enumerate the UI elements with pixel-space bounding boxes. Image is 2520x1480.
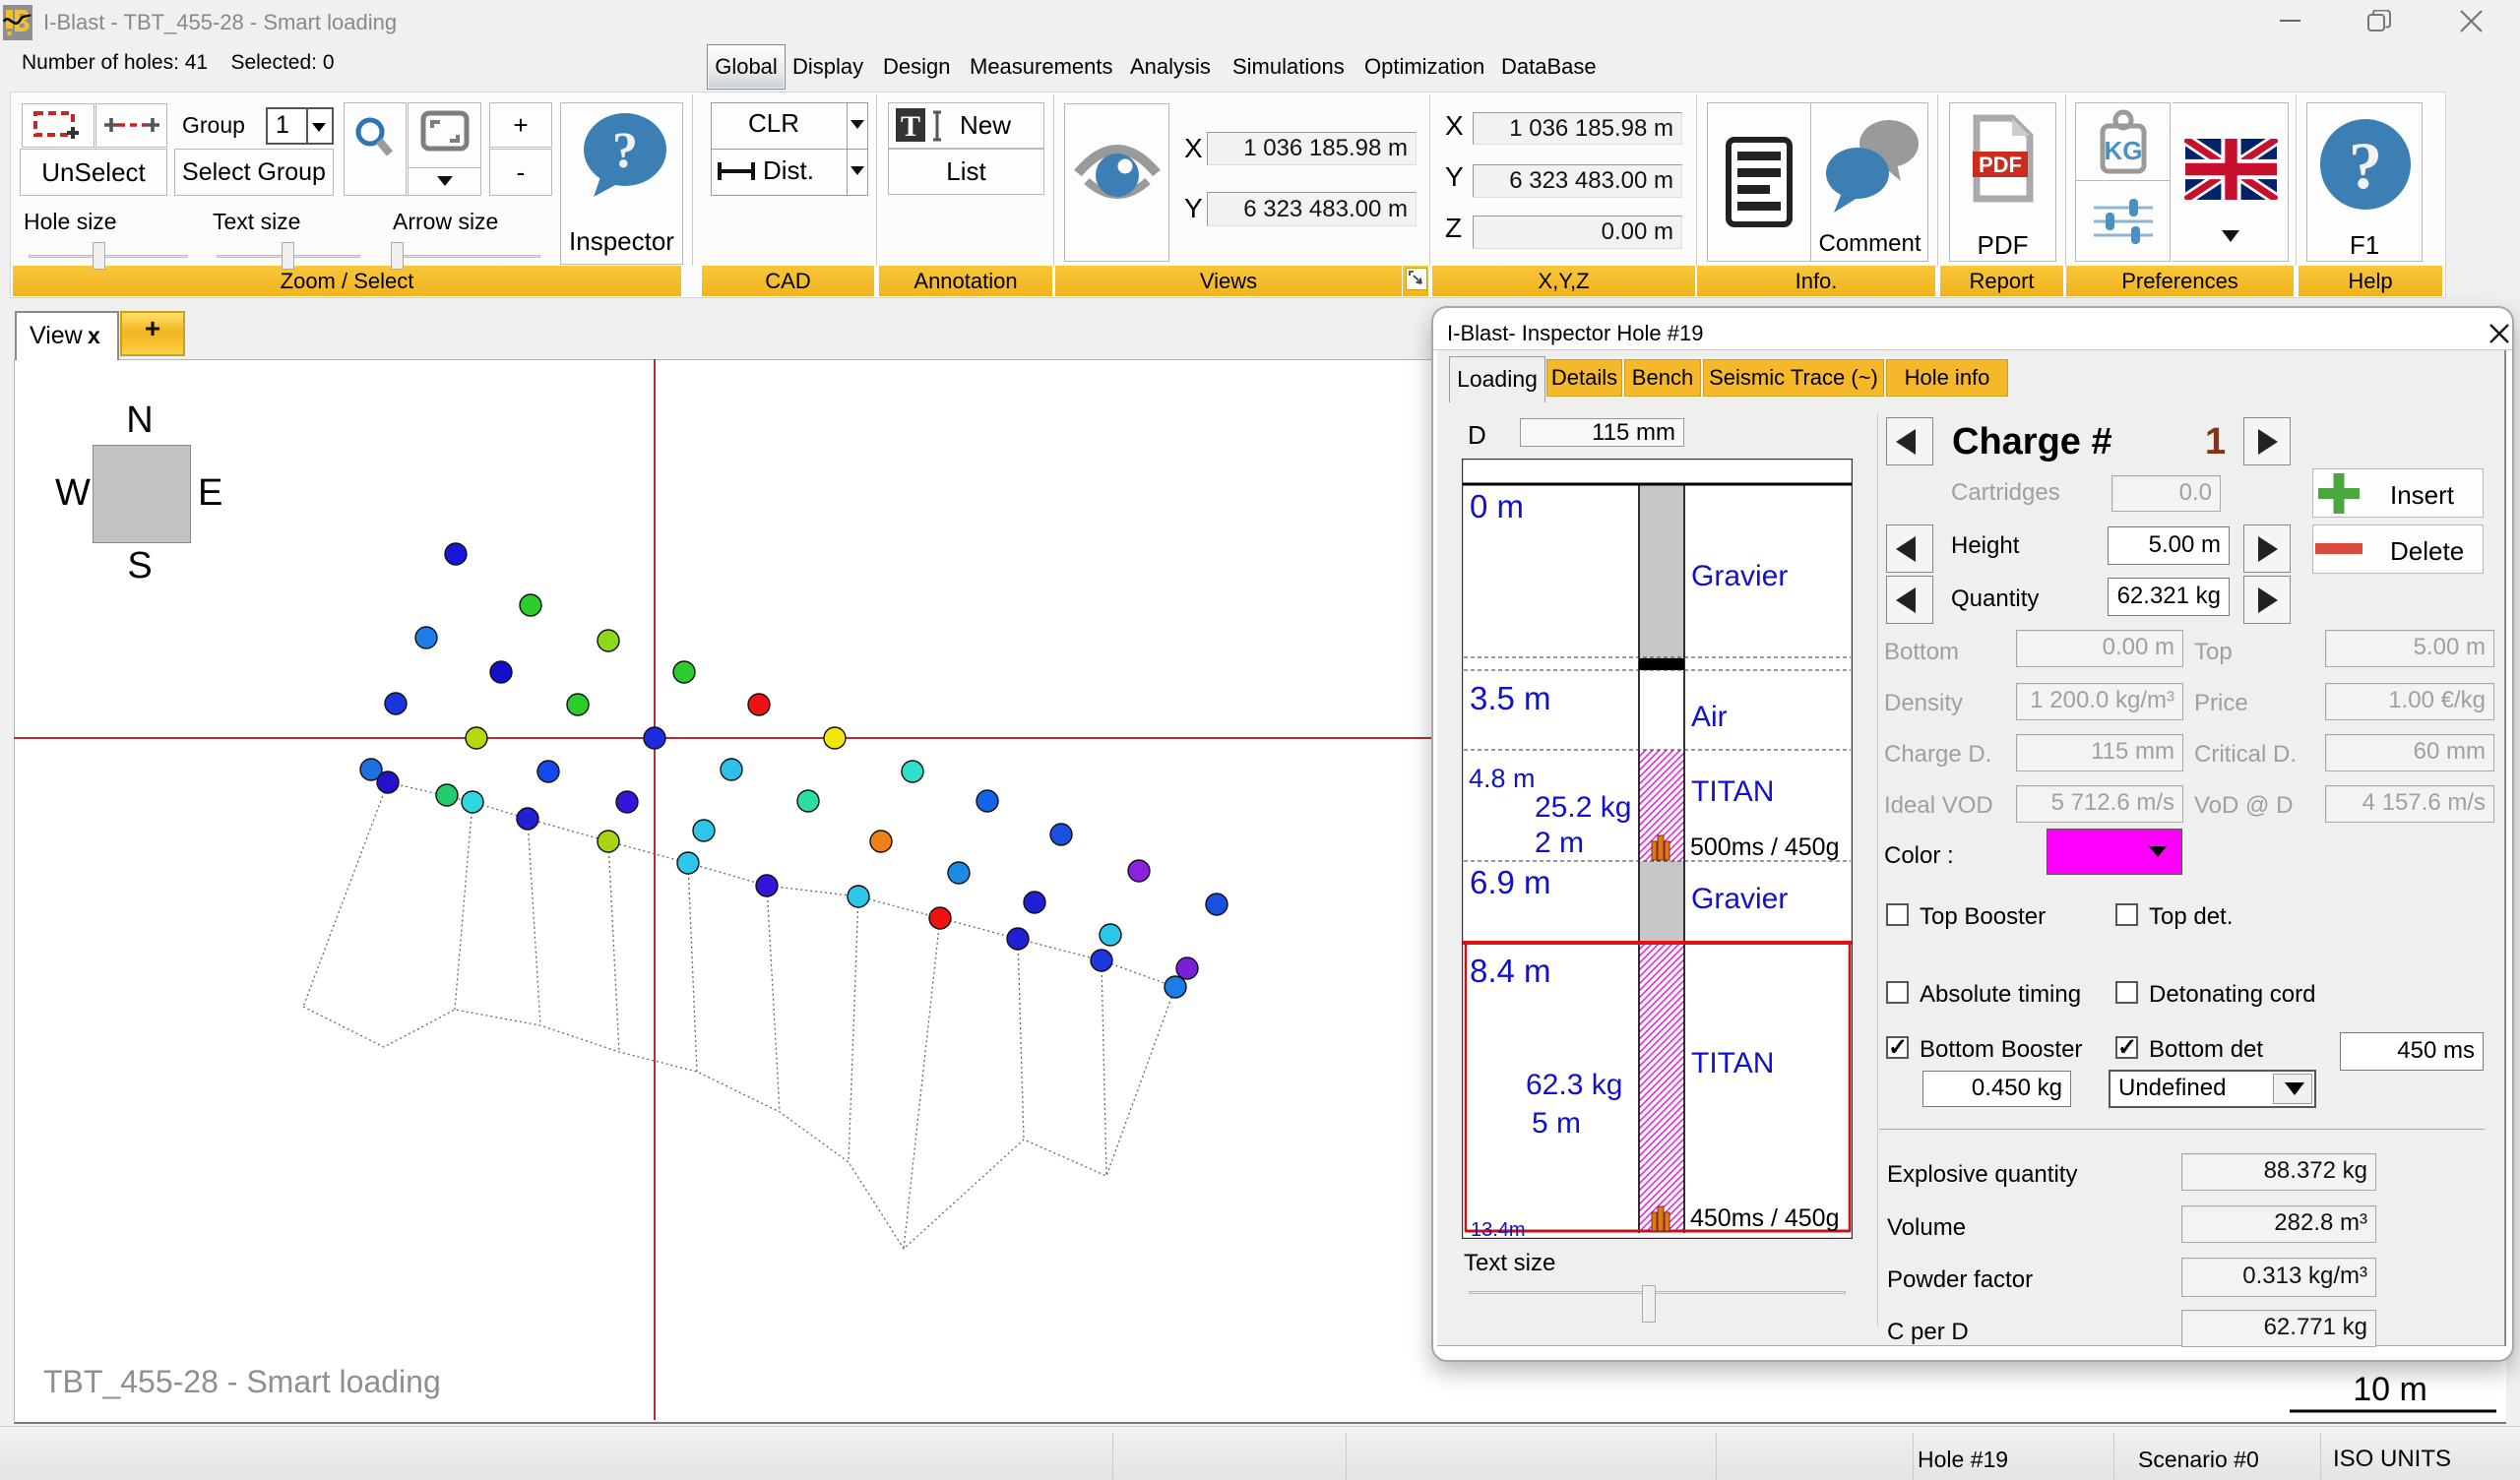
svg-text:25.2 kg: 25.2 kg — [1535, 791, 1631, 824]
svg-text:TITAN: TITAN — [1691, 1047, 1774, 1079]
svg-text:62.3 kg: 62.3 kg — [1526, 1069, 1622, 1101]
svg-text:2 m: 2 m — [1535, 827, 1584, 859]
svg-text:0 m: 0 m — [1470, 488, 1524, 524]
svg-text:5 m: 5 m — [1532, 1107, 1581, 1140]
svg-text:450ms / 450g: 450ms / 450g — [1690, 1204, 1840, 1232]
svg-text:Air: Air — [1691, 701, 1728, 733]
svg-text:13.4m: 13.4m — [1471, 1219, 1526, 1239]
svg-text:8.4 m: 8.4 m — [1470, 953, 1551, 989]
svg-text:T: T — [901, 110, 920, 143]
svg-text:3.5 m: 3.5 m — [1470, 680, 1551, 716]
svg-text:TBT_455-28 - Smart loading: TBT_455-28 - Smart loading — [43, 1364, 441, 1399]
svg-text:?: ? — [2349, 128, 2382, 203]
svg-text:KG: KG — [2105, 136, 2143, 165]
svg-text:6.9 m: 6.9 m — [1470, 864, 1551, 900]
svg-text:4.8 m: 4.8 m — [1469, 764, 1536, 793]
svg-text:10 m: 10 m — [2353, 1371, 2427, 1408]
svg-text:Gravier: Gravier — [1691, 883, 1788, 915]
svg-text:TITAN: TITAN — [1691, 775, 1774, 808]
svg-text:?: ? — [612, 123, 638, 179]
svg-text:PDF: PDF — [1979, 153, 2022, 177]
svg-text:500ms / 450g: 500ms / 450g — [1690, 833, 1840, 861]
svg-text:Gravier: Gravier — [1691, 560, 1788, 592]
